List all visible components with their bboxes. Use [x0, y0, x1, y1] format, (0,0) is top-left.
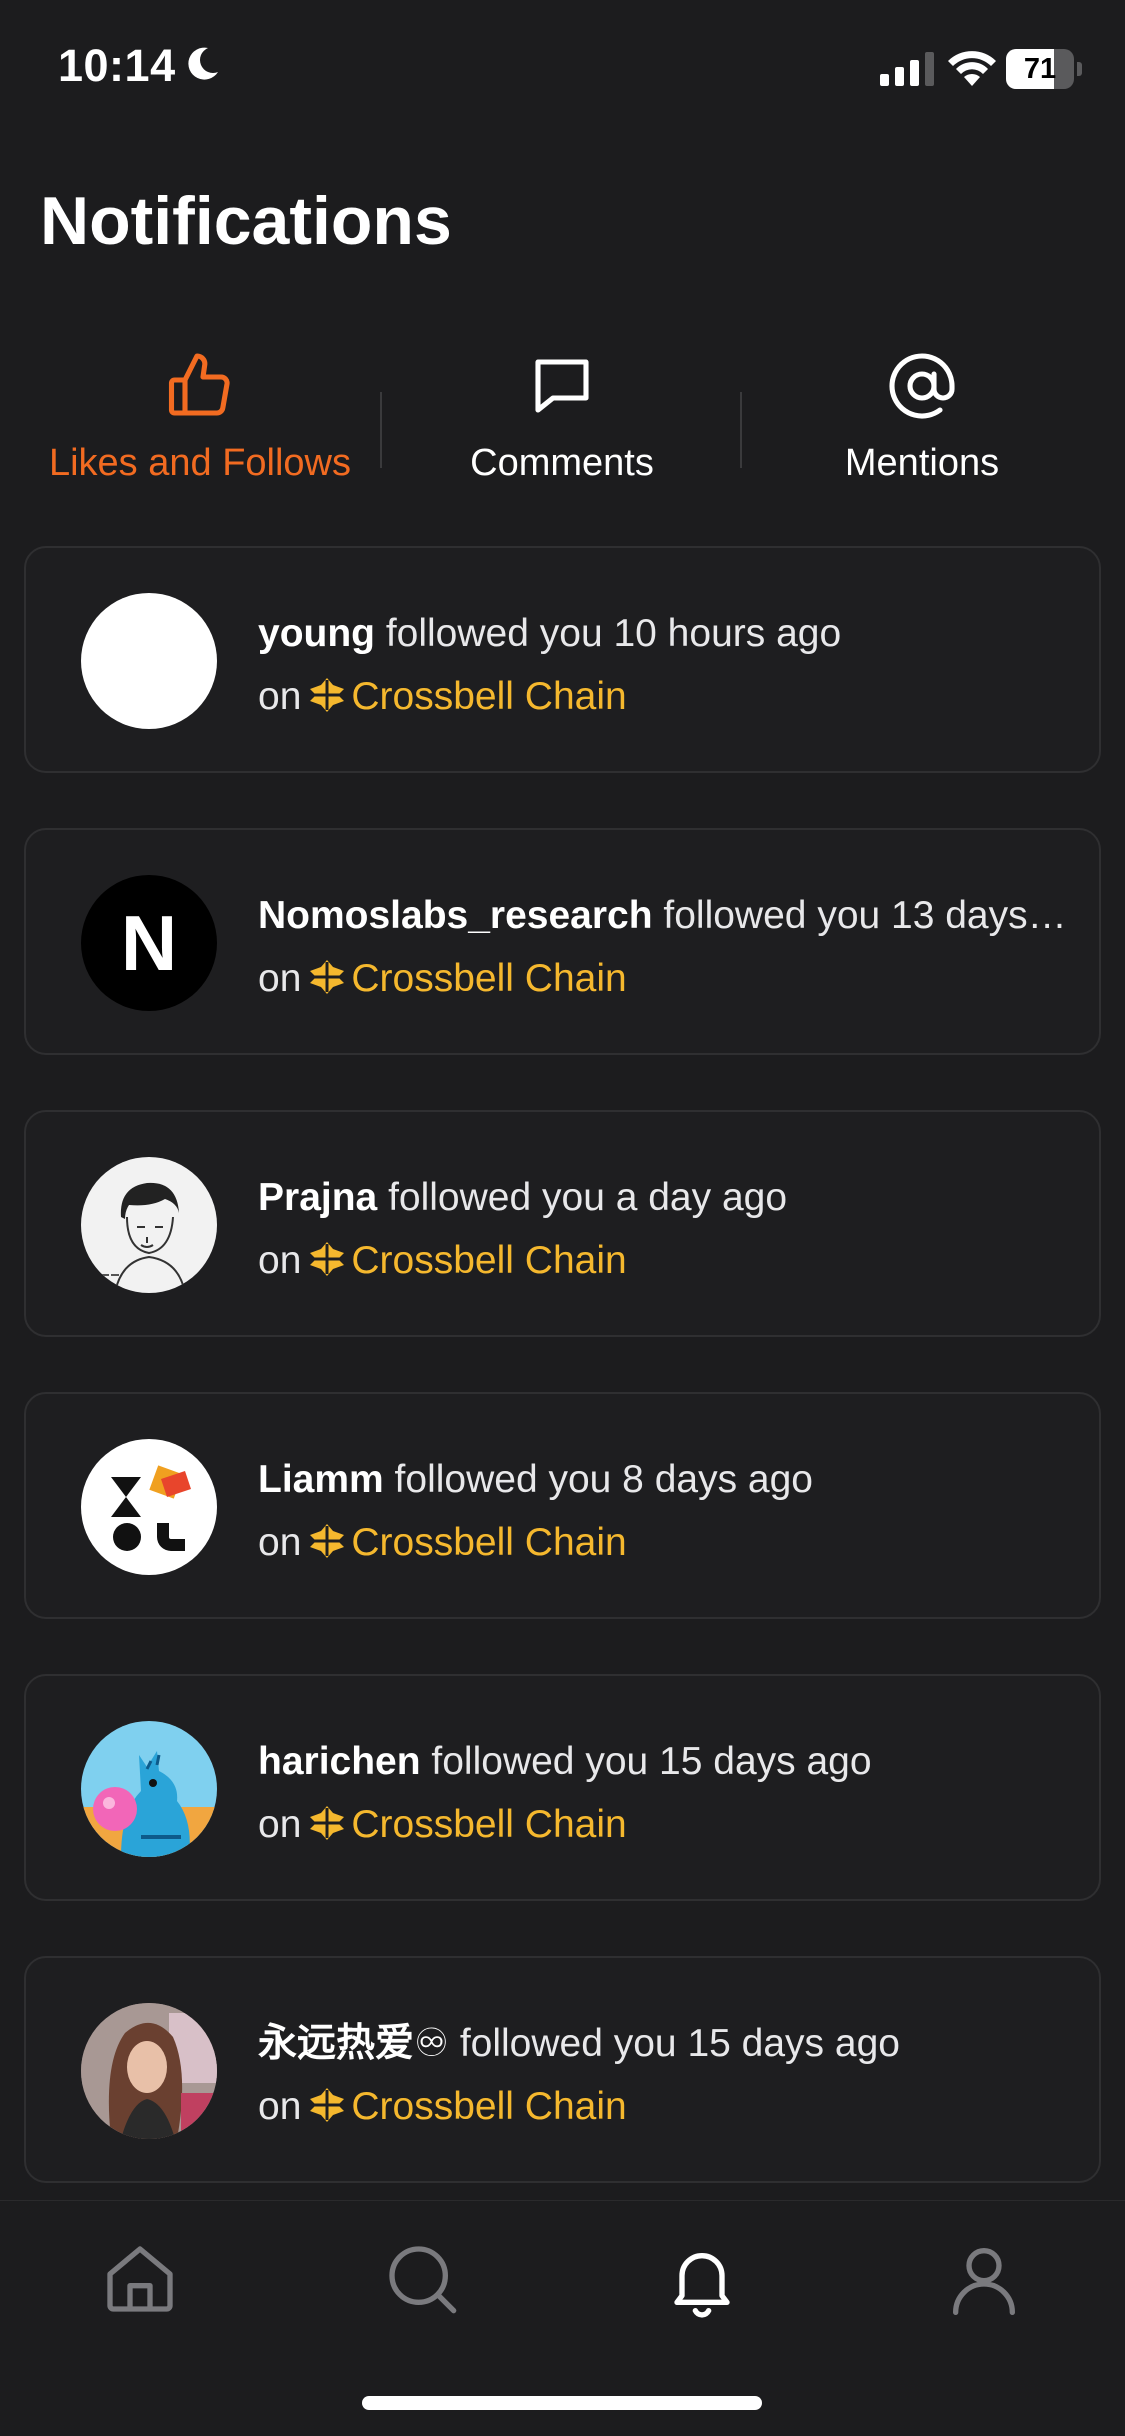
- status-time: 10:14: [58, 40, 176, 91]
- status-bar: 10:14 71: [0, 0, 1125, 140]
- notification-action: followed you a day ago: [388, 1176, 788, 1219]
- tab-label: Likes and Follows: [48, 442, 352, 484]
- avatar[interactable]: [81, 593, 217, 729]
- notification-prefix: on: [258, 1803, 302, 1846]
- battery-icon: 71: [1006, 49, 1082, 89]
- notification-prefix: on: [258, 1239, 302, 1282]
- crossbell-chain-icon: [310, 1242, 345, 1276]
- avatar-letter: N: [120, 899, 178, 987]
- tab-label: Mentions: [844, 442, 1000, 484]
- notification-action: followed you 15 days ago: [459, 2022, 900, 2065]
- notification-card[interactable]: 永远热爱♾ followed you 15 days ago on Crossbe…: [24, 1956, 1101, 2183]
- avatar[interactable]: [81, 1439, 217, 1575]
- notification-card[interactable]: harichen followed you 15 days ago on Cros…: [24, 1674, 1101, 1901]
- crossbell-chain-icon: [310, 1524, 345, 1558]
- notification-prefix: on: [258, 675, 302, 718]
- home-icon[interactable]: [100, 2239, 180, 2319]
- cellular-signal-icon: [880, 52, 934, 86]
- crossbell-chain-icon: [310, 2088, 345, 2122]
- battery-level: 71: [1023, 53, 1057, 85]
- crossbell-chain-icon: [310, 1806, 345, 1840]
- crossbell-chain-icon: [310, 960, 345, 994]
- photo-portrait-image: [81, 2003, 217, 2139]
- notification-card[interactable]: N Nomoslabs_research followed you 13 day…: [24, 828, 1101, 1055]
- notification-action: followed you 10 hours ago: [385, 612, 842, 655]
- search-icon[interactable]: [382, 2239, 462, 2319]
- crossbell-chain-icon: [310, 678, 345, 712]
- username[interactable]: 永远热爱♾: [258, 2022, 449, 2065]
- chain-name[interactable]: Crossbell Chain: [351, 1239, 626, 1282]
- tab-comments[interactable]: Comments: [382, 350, 742, 510]
- thumbs-up-icon: [168, 353, 230, 416]
- username[interactable]: Prajna: [258, 1176, 377, 1219]
- avatar[interactable]: N: [81, 875, 217, 1011]
- chain-name[interactable]: Crossbell Chain: [351, 2085, 626, 2128]
- moon-icon: [188, 47, 218, 80]
- avatar[interactable]: [81, 1721, 217, 1857]
- llama-image: [81, 1751, 217, 1857]
- comment-icon: [535, 359, 589, 413]
- at-sign-icon: [889, 353, 955, 419]
- notification-action: followed you 13 days ago: [663, 894, 1068, 937]
- notification-prefix: on: [258, 1521, 302, 1564]
- avatar[interactable]: [81, 2003, 217, 2139]
- chain-name[interactable]: Crossbell Chain: [351, 675, 626, 718]
- notification-prefix: on: [258, 2085, 302, 2128]
- chain-name[interactable]: Crossbell Chain: [351, 1803, 626, 1846]
- page-title: Notifications: [40, 183, 452, 259]
- tab-likes-and-follows[interactable]: Likes and Follows: [20, 350, 380, 510]
- chain-name[interactable]: Crossbell Chain: [351, 957, 626, 1000]
- notification-card[interactable]: Prajna followed you a day ago on Crossbel…: [24, 1110, 1101, 1337]
- notification-action: followed you 15 days ago: [431, 1740, 872, 1783]
- avatar[interactable]: [81, 1157, 217, 1293]
- tab-bar: Likes and Follows Comments Mentions: [0, 350, 1125, 510]
- username[interactable]: Nomoslabs_research: [258, 894, 653, 937]
- username[interactable]: Liamm: [258, 1458, 384, 1501]
- chain-name[interactable]: Crossbell Chain: [351, 1521, 626, 1564]
- username[interactable]: young: [258, 612, 375, 655]
- bell-icon[interactable]: [662, 2239, 742, 2319]
- tab-label: Comments: [470, 442, 654, 484]
- geometric-logo-image: [111, 1465, 191, 1551]
- notification-card[interactable]: young followed you 10 hours ago on Crossb…: [24, 546, 1101, 773]
- notification-prefix: on: [258, 957, 302, 1000]
- notification-card[interactable]: Liamm followed you 8 days ago on Crossbel…: [24, 1392, 1101, 1619]
- wifi-icon: [948, 51, 996, 86]
- home-indicator[interactable]: [362, 2396, 762, 2410]
- notification-action: followed you 8 days ago: [394, 1458, 813, 1501]
- tab-mentions[interactable]: Mentions: [742, 350, 1102, 510]
- username[interactable]: harichen: [258, 1740, 421, 1783]
- profile-icon[interactable]: [944, 2239, 1024, 2319]
- sketch-portrait-image: [99, 1182, 186, 1293]
